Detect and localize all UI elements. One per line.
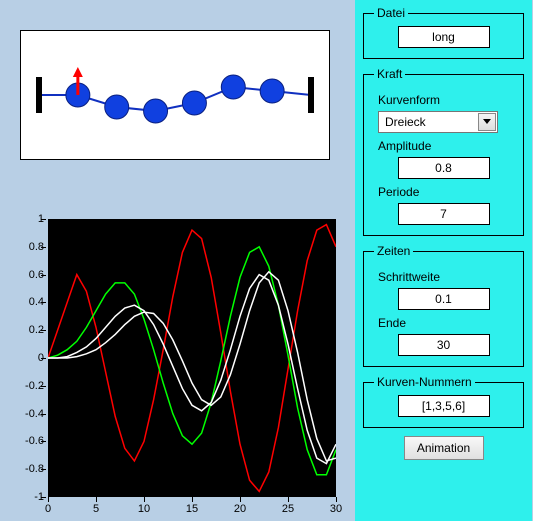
group-kurven: Kurven-Nummern [1,3,5,6] <box>363 375 524 428</box>
chart-series <box>48 247 336 475</box>
chart-series <box>48 225 336 492</box>
chevron-down-icon[interactable] <box>478 113 496 131</box>
schrittweite-input[interactable]: 0.1 <box>398 288 490 310</box>
ende-label: Ende <box>378 316 513 330</box>
chart-plot-area <box>48 219 336 497</box>
group-kraft-legend: Kraft <box>374 67 405 81</box>
group-kurven-legend: Kurven-Nummern <box>374 375 475 389</box>
kurvenform-selected: Dreieck <box>385 115 426 129</box>
control-panel: Datei long Kraft Kurvenform Dreieck Ampl… <box>355 0 532 521</box>
amplitude-label: Amplitude <box>378 139 513 153</box>
y-axis: -1-0.8-0.6-0.4-0.200.20.40.60.81 <box>20 215 46 501</box>
periode-input[interactable]: 7 <box>398 203 490 225</box>
group-kraft: Kraft Kurvenform Dreieck Amplitude 0.8 P… <box>363 67 524 236</box>
animation-button[interactable]: Animation <box>404 436 484 460</box>
group-zeiten: Zeiten Schrittweite 0.1 Ende 30 <box>363 244 524 367</box>
chart: -1-0.8-0.6-0.4-0.200.20.40.60.81 0 5 10 15 2… <box>20 215 340 515</box>
x-tick-label: 5 <box>93 503 99 515</box>
x-tick-label: 10 <box>138 503 150 515</box>
group-datei: Datei long <box>363 6 524 59</box>
x-tick-label: 30 <box>330 503 342 515</box>
ende-input[interactable]: 30 <box>398 334 490 356</box>
kurvenform-label: Kurvenform <box>378 93 513 107</box>
beads-diagram <box>20 30 330 160</box>
chart-series <box>48 275 336 464</box>
x-axis: 0 5 10 15 20 25 30 <box>48 499 340 515</box>
x-tick-label: 25 <box>282 503 294 515</box>
group-zeiten-legend: Zeiten <box>374 244 413 258</box>
amplitude-input[interactable]: 0.8 <box>398 157 490 179</box>
periode-label: Periode <box>378 185 513 199</box>
kurvenform-select[interactable]: Dreieck <box>378 111 498 133</box>
schrittweite-label: Schrittweite <box>378 270 513 284</box>
x-tick-label: 0 <box>45 503 51 515</box>
x-tick-label: 15 <box>186 503 198 515</box>
kurven-input[interactable]: [1,3,5,6] <box>398 395 490 417</box>
group-datei-legend: Datei <box>374 6 408 20</box>
left-area: -1-0.8-0.6-0.4-0.200.20.40.60.81 0 5 10 15 2… <box>0 0 355 521</box>
datei-input[interactable]: long <box>398 26 490 48</box>
x-tick-label: 20 <box>234 503 246 515</box>
